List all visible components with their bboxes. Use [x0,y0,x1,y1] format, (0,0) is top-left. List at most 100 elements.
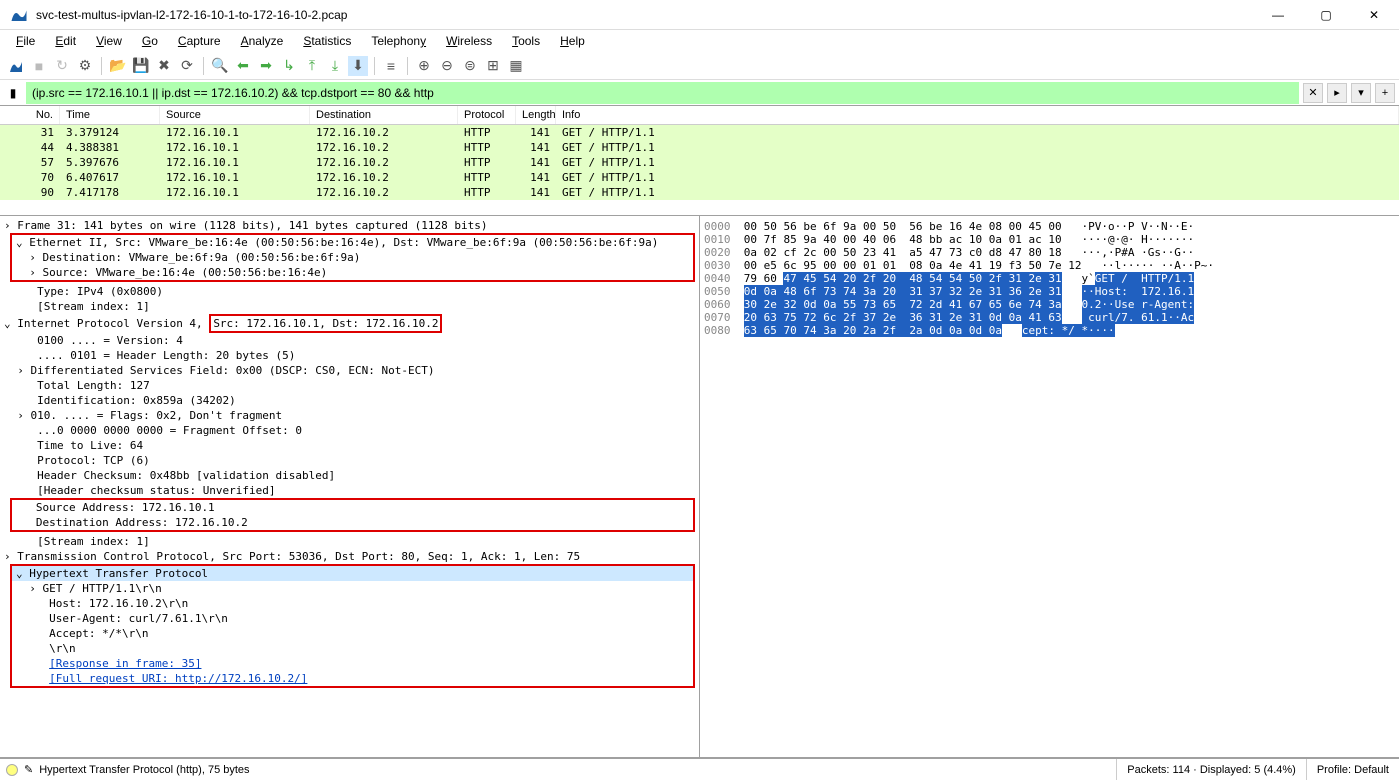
expert-info-icon[interactable] [6,764,18,776]
go-to-packet-icon[interactable]: ↳ [279,56,299,76]
filter-bar: ▮ ✕ ▸ ▾ + [0,80,1399,106]
go-forward-icon[interactable]: ➡ [256,56,276,76]
ip-protocol: Protocol: TCP (6) [37,454,150,467]
clear-filter-button[interactable]: ✕ [1303,83,1323,103]
ip-version: 0100 .... = Version: 4 [37,334,183,347]
menu-help[interactable]: Help [552,32,593,50]
frame-summary: Frame 31: 141 bytes on wire (1128 bits),… [17,219,487,232]
ip-header-length: .... 0101 = Header Length: 20 bytes (5) [37,349,295,362]
ip-dsf: Differentiated Services Field: 0x00 (DSC… [31,364,435,377]
status-profile[interactable]: Profile: Default [1306,759,1399,780]
layout-icon[interactable]: ▦ [506,56,526,76]
start-capture-icon[interactable] [6,56,26,76]
expand-icon[interactable]: ⌄ [16,567,23,580]
capture-options-icon[interactable]: ⚙ [75,56,95,76]
go-first-icon[interactable]: ⤒ [302,56,322,76]
ip-header-pre: Internet Protocol Version 4, [17,317,209,330]
column-source[interactable]: Source [160,106,310,124]
menu-telephony[interactable]: Telephony [363,32,434,50]
maximize-button[interactable]: ▢ [1311,8,1341,22]
restart-capture-icon[interactable]: ↻ [52,56,72,76]
ip-flags: 010. .... = Flags: 0x2, Don't fragment [31,409,283,422]
expand-icon[interactable]: › [4,219,11,232]
hex-row: 0010 00 7f 85 9a 40 00 40 06 48 bb ac 10… [704,233,1395,246]
ip-checksum-status: [Header checksum status: Unverified] [37,484,275,497]
http-get: GET / HTTP/1.1\r\n [43,582,162,595]
go-last-icon[interactable]: ⤓ [325,56,345,76]
status-field-info: Hypertext Transfer Protocol (http), 75 b… [39,764,249,776]
status-packet-count: Packets: 114 · Displayed: 5 (4.4%) [1116,759,1306,780]
ip-stream: [Stream index: 1] [37,535,150,548]
expand-icon[interactable]: › [4,550,11,563]
column-protocol[interactable]: Protocol [458,106,516,124]
column-no[interactable]: No. [0,106,60,124]
expand-icon[interactable]: › [29,582,36,595]
filter-history-button[interactable]: ▾ [1351,83,1371,103]
add-filter-button[interactable]: + [1375,83,1395,103]
zoom-out-icon[interactable]: ⊖ [437,56,457,76]
eth-src: Source: VMware_be:16:4e (00:50:56:be:16:… [43,266,328,279]
menu-capture[interactable]: Capture [170,32,229,50]
hex-row: 0040 79 60 47 45 54 20 2f 20 48 54 54 50… [704,272,1395,285]
column-length[interactable]: Length [516,106,556,124]
close-button[interactable]: ✕ [1359,8,1389,22]
go-back-icon[interactable]: ⬅ [233,56,253,76]
reload-icon[interactable]: ⟳ [177,56,197,76]
column-time[interactable]: Time [60,106,160,124]
apply-filter-button[interactable]: ▸ [1327,83,1347,103]
ip-total-length: Total Length: 127 [37,379,150,392]
close-file-icon[interactable]: ✖ [154,56,174,76]
find-icon[interactable]: 🔍 [210,56,230,76]
resize-columns-icon[interactable]: ⊞ [483,56,503,76]
menu-wireless[interactable]: Wireless [438,32,500,50]
http-request-uri-link[interactable]: [Full request URI: http://172.16.10.2/] [49,672,307,685]
eth-stream: [Stream index: 1] [37,300,150,313]
hex-row: 0050 0d 0a 48 6f 73 74 3a 20 31 37 32 2e… [704,285,1395,298]
menu-tools[interactable]: Tools [504,32,548,50]
menu-file[interactable]: File [8,32,43,50]
packet-row[interactable]: 706.407617172.16.10.1172.16.10.2HTTP141G… [0,170,1399,185]
expand-icon[interactable]: › [17,364,24,377]
tcp-header: Transmission Control Protocol, Src Port:… [17,550,580,563]
menu-go[interactable]: Go [134,32,166,50]
expand-icon[interactable]: › [17,409,24,422]
expand-icon[interactable]: › [29,266,36,279]
toolbar: ■ ↻ ⚙ 📂 💾 ✖ ⟳ 🔍 ⬅ ➡ ↳ ⤒ ⤓ ⬇ ≡ ⊕ ⊖ ⊜ ⊞ ▦ [0,52,1399,80]
menu-statistics[interactable]: Statistics [295,32,359,50]
packet-row[interactable]: 313.379124172.16.10.1172.16.10.2HTTP141G… [0,125,1399,140]
menu-edit[interactable]: Edit [47,32,84,50]
minimize-button[interactable]: — [1263,8,1293,22]
http-response-link[interactable]: [Response in frame: 35] [49,657,201,670]
expand-icon[interactable]: ⌄ [4,317,11,330]
ip-ttl: Time to Live: 64 [37,439,143,452]
menu-analyze[interactable]: Analyze [233,32,292,50]
packet-details[interactable]: › Frame 31: 141 bytes on wire (1128 bits… [0,216,700,757]
zoom-reset-icon[interactable]: ⊜ [460,56,480,76]
packet-row[interactable]: 575.397676172.16.10.1172.16.10.2HTTP141G… [0,155,1399,170]
ip-checksum: Header Checksum: 0x48bb [validation disa… [37,469,335,482]
bookmark-filter-icon[interactable]: ▮ [4,84,22,102]
packet-row[interactable]: 907.417178172.16.10.1172.16.10.2HTTP141G… [0,185,1399,200]
window-title: svc-test-multus-ipvlan-l2-172-16-10-1-to… [36,8,1263,22]
capture-comment-icon[interactable]: ✎ [24,763,33,776]
colorize-icon[interactable]: ≡ [381,56,401,76]
http-header: Hypertext Transfer Protocol [29,567,208,580]
packet-bytes[interactable]: 0000 00 50 56 be 6f 9a 00 50 56 be 16 4e… [700,216,1399,757]
hex-row: 0070 20 63 75 72 6c 2f 37 2e 36 31 2e 31… [704,311,1395,324]
packet-list[interactable]: No. Time Source Destination Protocol Len… [0,106,1399,216]
hex-row: 0080 63 65 70 74 3a 20 2a 2f 2a 0d 0a 0d… [704,324,1395,337]
open-file-icon[interactable]: 📂 [108,56,128,76]
auto-scroll-icon[interactable]: ⬇ [348,56,368,76]
stop-capture-icon[interactable]: ■ [29,56,49,76]
menu-view[interactable]: View [88,32,130,50]
zoom-in-icon[interactable]: ⊕ [414,56,434,76]
menubar: File Edit View Go Capture Analyze Statis… [0,30,1399,52]
display-filter-input[interactable] [26,82,1299,104]
column-info[interactable]: Info [556,106,1399,124]
save-file-icon[interactable]: 💾 [131,56,151,76]
ip-fragment: ...0 0000 0000 0000 = Fragment Offset: 0 [37,424,302,437]
column-destination[interactable]: Destination [310,106,458,124]
expand-icon[interactable]: › [29,251,36,264]
expand-icon[interactable]: ⌄ [16,236,23,249]
packet-row[interactable]: 444.388381172.16.10.1172.16.10.2HTTP141G… [0,140,1399,155]
